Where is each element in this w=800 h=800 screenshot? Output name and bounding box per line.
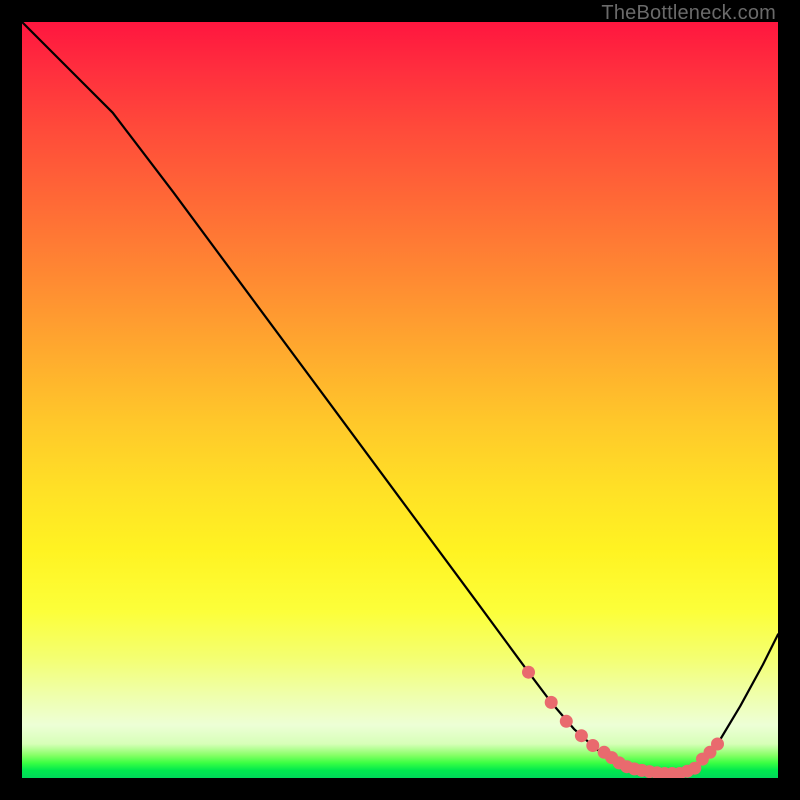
bottleneck-curve <box>22 22 778 774</box>
chart-overlay <box>22 22 778 778</box>
curve-marker <box>522 666 535 679</box>
chart-frame: TheBottleneck.com <box>0 0 800 800</box>
curve-marker <box>575 729 588 742</box>
curve-marker <box>711 738 724 751</box>
curve-marker <box>560 715 573 728</box>
curve-marker <box>545 696 558 709</box>
watermark-label: TheBottleneck.com <box>601 2 776 25</box>
curve-marker <box>586 739 599 752</box>
curve-markers <box>522 666 724 778</box>
